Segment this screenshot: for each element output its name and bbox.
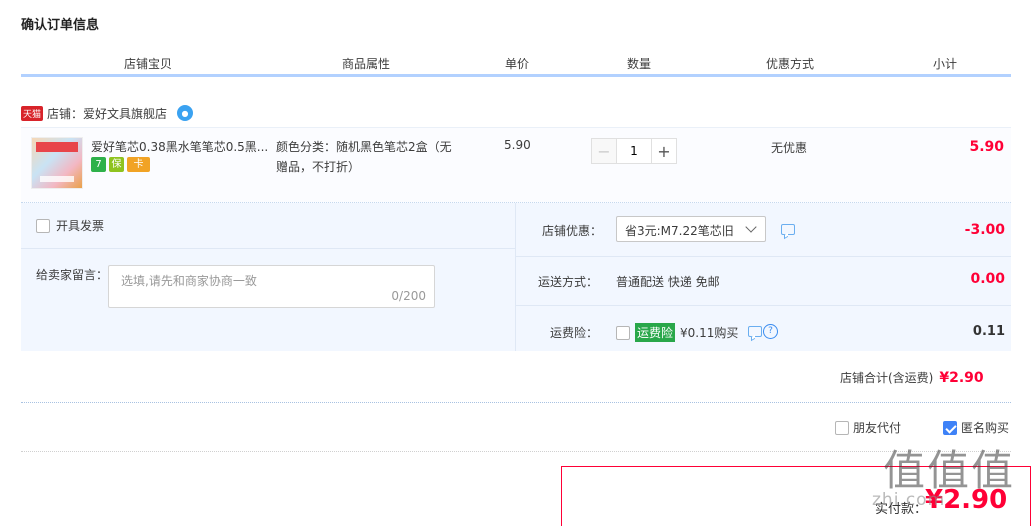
chevron-down-icon — [745, 221, 757, 233]
shop-discount-label: 店铺优惠： — [541, 224, 602, 238]
invoice-checkbox[interactable] — [36, 218, 50, 233]
shipping-method: 普通配送 快递 免邮 — [616, 275, 720, 289]
product-name[interactable]: 爱好笔芯0.38黑水笔笔芯0.5黑... — [91, 138, 269, 155]
shop-total: 店铺合计(含运费) ¥2.90 — [840, 369, 984, 386]
message-bubble-icon[interactable] — [748, 326, 762, 337]
insurance-price: ¥0.11购买 — [680, 326, 739, 340]
shop-name[interactable]: 爱好文具旗舰店 — [83, 105, 167, 122]
decrease-button[interactable]: − — [591, 138, 617, 164]
message-input[interactable]: 选填,请先和商家协商一致 0/200 — [108, 265, 435, 308]
friend-pay-option[interactable]: 朋友代付 — [835, 419, 901, 436]
guarantee-icon[interactable]: 保 — [109, 157, 124, 172]
credit-card-icon[interactable]: 卡 — [127, 157, 150, 172]
invoice-label: 开具发票 — [56, 219, 105, 233]
column-header-attr: 商品属性 — [341, 57, 390, 71]
column-header-price: 单价 — [504, 57, 529, 71]
anonymous-purchase-option[interactable]: 匿名购买 — [943, 419, 1009, 436]
insurance-checkbox[interactable] — [616, 325, 630, 340]
seven-day-return-icon[interactable]: 7 — [91, 157, 106, 172]
quantity-stepper: − + — [591, 138, 677, 164]
product-attributes: 颜色分类：随机黑色笔芯2盒（无赠品，不打折） — [276, 140, 452, 174]
column-header: 店铺宝贝 商品属性 单价 数量 优惠方式 小计 — [21, 48, 1011, 77]
message-placeholder: 选填,请先和商家协商一致 — [121, 274, 257, 288]
discount-method: 无优惠 — [771, 141, 808, 155]
shop-discount-amount: -3.00 — [964, 222, 1005, 238]
anonymous-label: 匿名购买 — [961, 421, 1010, 435]
shop-label: 店铺： — [47, 106, 84, 121]
product-thumbnail[interactable] — [31, 137, 83, 189]
shop-total-amount: ¥2.90 — [939, 369, 984, 386]
tmall-icon: 天猫 — [21, 105, 44, 121]
column-header-subtotal: 小计 — [932, 57, 957, 71]
column-header-item: 店铺宝贝 — [123, 57, 172, 71]
insurance-label: 运费险： — [549, 326, 598, 340]
shop-discount-value: 省3元:M7.22笔芯旧 — [625, 224, 734, 238]
wangwang-icon[interactable]: ● — [177, 105, 194, 121]
insurance-tag: 运费险 — [635, 323, 676, 342]
friend-pay-checkbox[interactable] — [835, 420, 849, 435]
page-title: 确认订单信息 — [21, 18, 100, 33]
watermark-logo: 值值值 — [883, 446, 1016, 495]
message-char-count: 0/200 — [391, 289, 426, 303]
increase-button[interactable]: + — [651, 138, 677, 164]
friend-pay-label: 朋友代付 — [853, 421, 902, 435]
invoice-option[interactable]: 开具发票 — [36, 217, 104, 234]
column-header-qty: 数量 — [626, 57, 651, 71]
insurance-option[interactable]: 运费险 ¥0.11购买 — [616, 323, 738, 342]
anonymous-checkbox[interactable] — [943, 420, 957, 435]
shop-header: 天猫 店铺： 爱好文具旗舰店 ● — [21, 104, 194, 122]
watermark-url: zhi.com — [872, 490, 946, 510]
item-subtotal: 5.90 — [969, 139, 1004, 155]
service-badges: 7 保 卡 — [91, 157, 150, 172]
shipping-amount: 0.00 — [970, 271, 1005, 287]
shipping-label: 运送方式： — [537, 275, 598, 289]
quantity-input[interactable] — [617, 138, 651, 164]
insurance-amount: 0.11 — [972, 324, 1005, 339]
message-label: 给卖家留言： — [36, 268, 109, 282]
message-bubble-icon[interactable] — [781, 224, 795, 235]
shop-total-label: 店铺合计(含运费) — [840, 371, 934, 385]
unit-price: 5.90 — [504, 138, 531, 152]
column-header-discount: 优惠方式 — [765, 57, 814, 71]
shop-discount-select[interactable]: 省3元:M7.22笔芯旧 — [616, 216, 766, 242]
help-icon[interactable]: ? — [763, 324, 778, 339]
